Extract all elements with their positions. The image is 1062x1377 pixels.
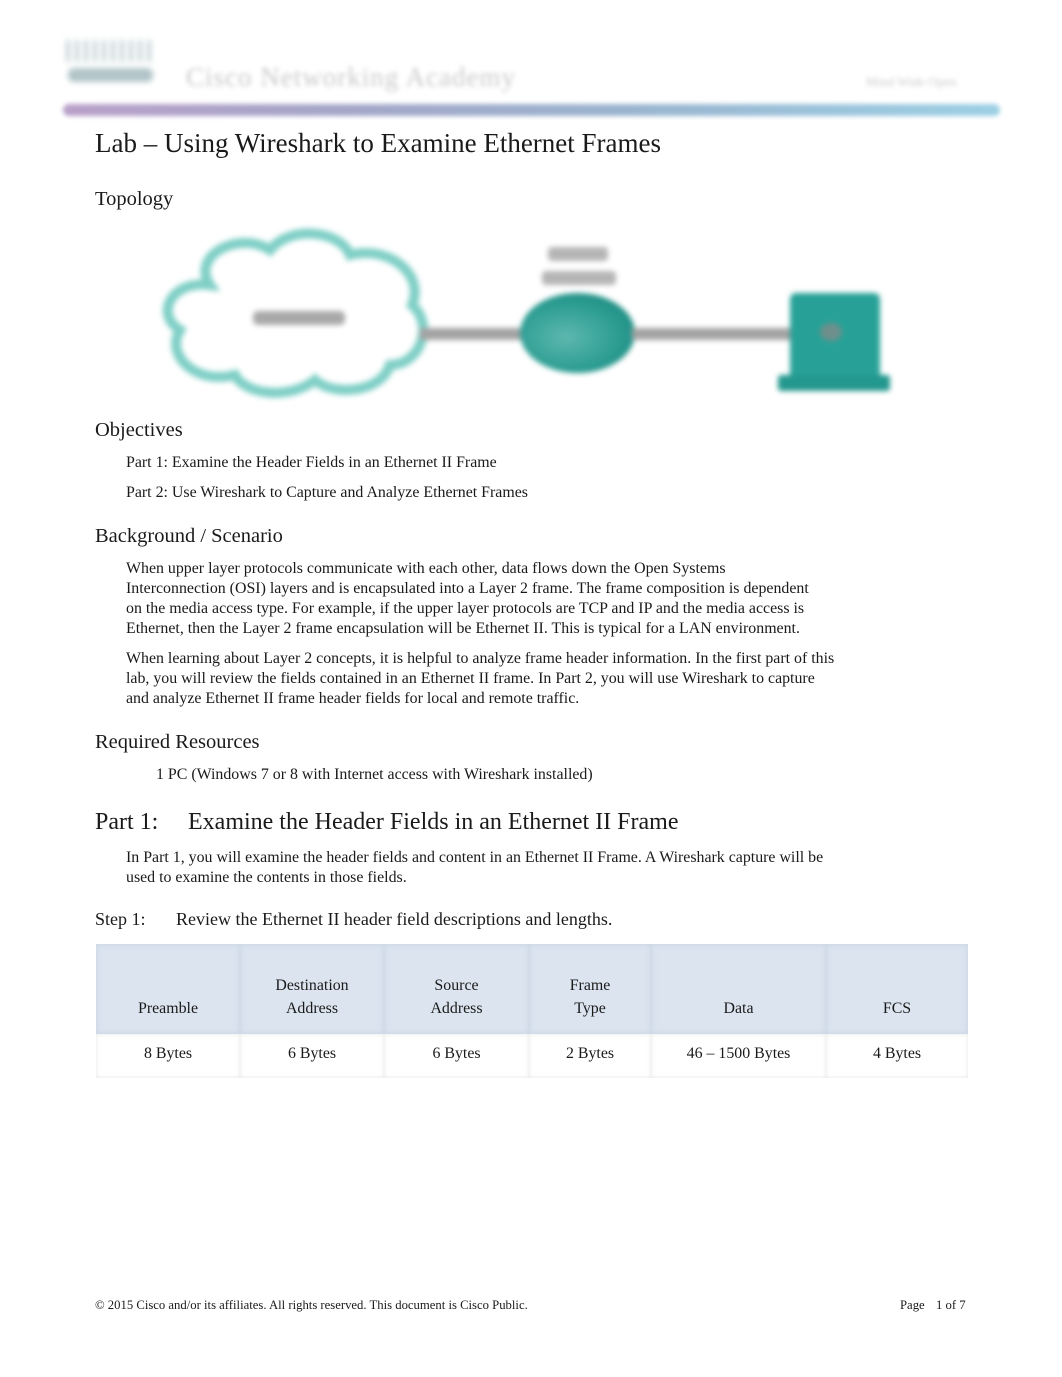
logo-wordmark bbox=[68, 68, 153, 82]
header-text: Frame bbox=[569, 977, 611, 994]
part1-number: Part 1: bbox=[95, 809, 159, 835]
header-text: Address bbox=[285, 1000, 339, 1017]
copyright-notice: © 2015 Cisco and/or its affiliates. All … bbox=[95, 1298, 528, 1312]
background-paragraph-1: When upper layer protocols communicate w… bbox=[126, 559, 809, 639]
objective-item: Part 2: Use Wireshark to Capture and Ana… bbox=[126, 484, 528, 501]
table-cell: 6 Bytes bbox=[240, 1034, 384, 1078]
header-text: Preamble bbox=[137, 1000, 198, 1017]
page-label: Page bbox=[900, 1298, 925, 1312]
logo-bars-icon bbox=[66, 40, 156, 62]
table-cell: 46 – 1500 Bytes bbox=[651, 1034, 826, 1078]
internet-label bbox=[253, 311, 345, 325]
step1-number: Step 1: bbox=[95, 909, 146, 929]
text-line: lab, you will review the fields containe… bbox=[126, 670, 815, 687]
text-line: on the media access type. For example, i… bbox=[126, 600, 805, 617]
link-internet-router bbox=[420, 328, 530, 340]
header-text: Source bbox=[434, 977, 479, 994]
router-icon bbox=[520, 293, 635, 373]
header-tagline: Mind Wide Open bbox=[866, 74, 957, 89]
pc-base bbox=[778, 375, 890, 391]
column-header-source: Source Address bbox=[384, 944, 529, 1034]
header-text: FCS bbox=[882, 1000, 912, 1017]
column-header-frame-type: Frame Type bbox=[529, 944, 651, 1034]
header-gradient-bar bbox=[63, 104, 1000, 116]
header-text: Destination bbox=[275, 977, 349, 994]
header-text: Type bbox=[574, 1000, 606, 1017]
column-header-preamble: Preamble bbox=[96, 944, 240, 1034]
column-header-fcs: FCS bbox=[826, 944, 968, 1034]
topology-heading: Topology bbox=[95, 188, 174, 210]
table-cell: 8 Bytes bbox=[96, 1034, 240, 1078]
part1-intro: In Part 1, you will examine the header f… bbox=[126, 848, 823, 888]
objectives-heading: Objectives bbox=[95, 419, 183, 441]
step1-heading: Review the Ethernet II header field desc… bbox=[176, 909, 613, 929]
column-header-data: Data bbox=[651, 944, 826, 1034]
ethernet-frame-table: Preamble Destination Address Source Addres… bbox=[96, 944, 968, 1078]
header-text: Data bbox=[723, 1000, 754, 1017]
cisco-logo bbox=[58, 36, 168, 96]
column-header-destination: Destination Address bbox=[240, 944, 384, 1034]
link-router-pc bbox=[632, 328, 792, 340]
text-line: When upper layer protocols communicate w… bbox=[126, 560, 726, 577]
text-line: In Part 1, you will examine the header f… bbox=[126, 849, 824, 866]
table-cell: 2 Bytes bbox=[529, 1034, 651, 1078]
background-paragraph-2: When learning about Layer 2 concepts, it… bbox=[126, 649, 834, 709]
text-line: Ethernet, then the Layer 2 frame encapsu… bbox=[126, 620, 800, 637]
pc-label bbox=[820, 323, 842, 341]
router-label-line2 bbox=[542, 271, 616, 285]
header-text: Address bbox=[430, 1000, 483, 1017]
topology-diagram bbox=[150, 225, 910, 405]
text-line: Interconnection (OSI) layers and is enca… bbox=[126, 580, 809, 597]
router-label-line1 bbox=[548, 247, 608, 261]
page-number: 1 of 7 bbox=[936, 1298, 966, 1312]
text-line: When learning about Layer 2 concepts, it… bbox=[126, 650, 835, 667]
objective-item: Part 1: Examine the Header Fields in an … bbox=[126, 454, 497, 471]
document-title: Lab – Using Wireshark to Examine Etherne… bbox=[95, 128, 662, 158]
brand-name: Cisco Networking Academy bbox=[186, 62, 516, 92]
text-line: and analyze Ethernet II frame header fie… bbox=[126, 690, 580, 707]
part1-heading: Examine the Header Fields in an Ethernet… bbox=[188, 809, 679, 835]
text-line: used to examine the contents in those fi… bbox=[126, 869, 407, 886]
table-cell: 6 Bytes bbox=[384, 1034, 529, 1078]
table-cell: 4 Bytes bbox=[826, 1034, 968, 1078]
table-header-row: Preamble Destination Address Source Addres… bbox=[96, 944, 968, 1034]
resource-item: 1 PC (Windows 7 or 8 with Internet acces… bbox=[156, 766, 593, 783]
resources-heading: Required Resources bbox=[95, 731, 260, 753]
table-row: 8 Bytes 6 Bytes 6 Bytes 2 Bytes 46 – 150… bbox=[96, 1034, 968, 1078]
background-heading: Background / Scenario bbox=[95, 525, 283, 547]
